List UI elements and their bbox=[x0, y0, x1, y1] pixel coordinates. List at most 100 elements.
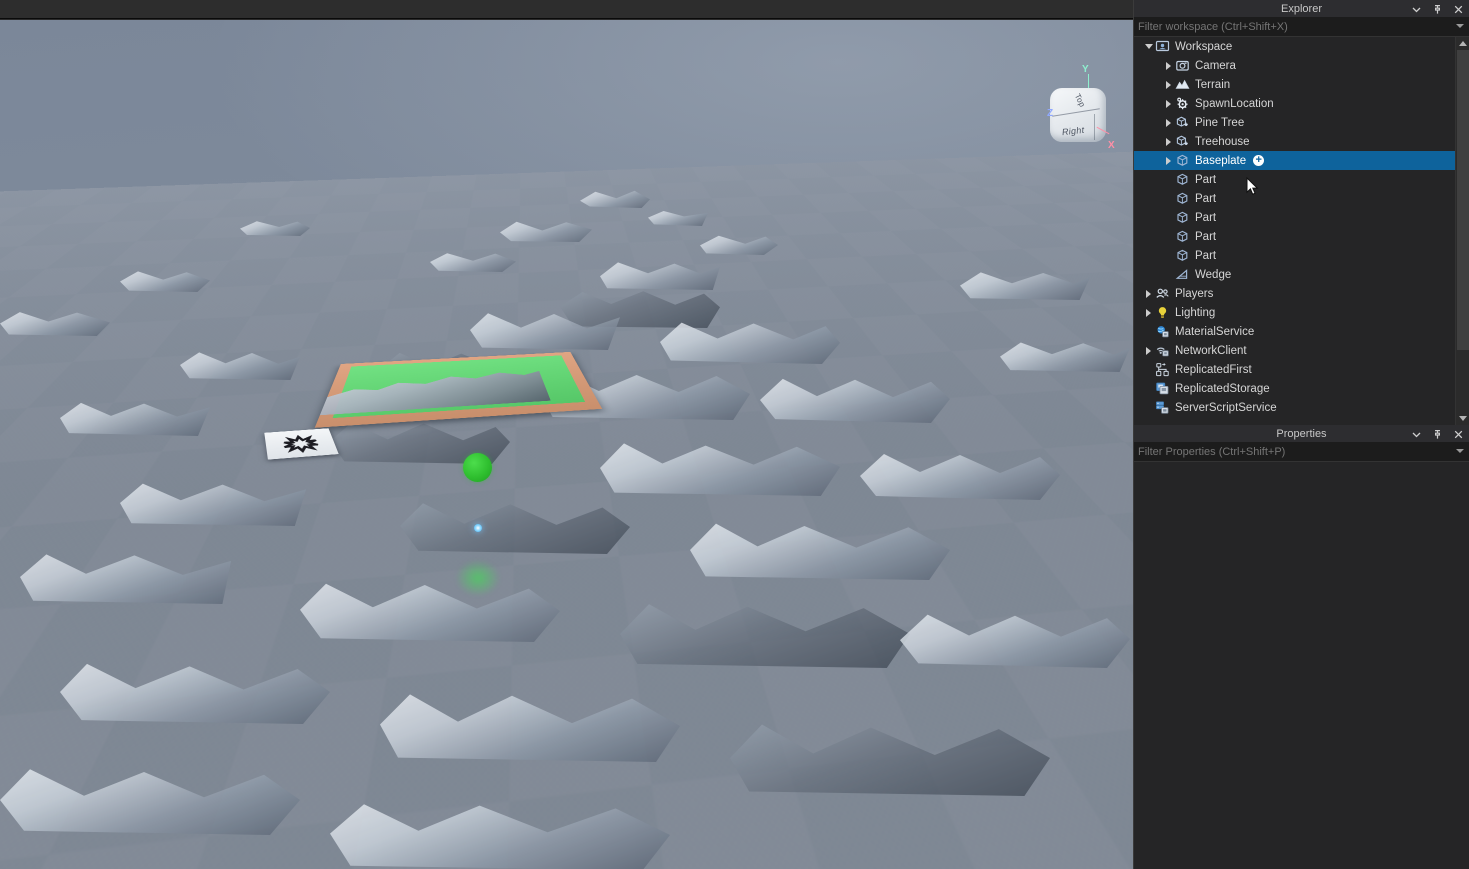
explorer-title: Explorer bbox=[1281, 2, 1322, 15]
properties-title: Properties bbox=[1276, 427, 1327, 440]
green-sphere-part[interactable] bbox=[463, 453, 492, 482]
chevron-right-icon[interactable] bbox=[1162, 132, 1175, 151]
viewport[interactable]: Y Top Right X Z bbox=[0, 0, 1133, 869]
twisty-placeholder bbox=[1142, 360, 1155, 379]
part-icon bbox=[1175, 210, 1190, 225]
explorer-item-lighting[interactable]: Lighting bbox=[1134, 303, 1455, 322]
explorer-item-part[interactable]: Part bbox=[1134, 170, 1455, 189]
explorer-item-label: Pine Tree bbox=[1195, 116, 1245, 129]
explorer-item-replicatedstorage[interactable]: ReplicatedStorage bbox=[1134, 379, 1455, 398]
chevron-right-icon[interactable] bbox=[1162, 75, 1175, 94]
explorer-panel-header: Explorer bbox=[1134, 0, 1469, 18]
explorer-item-label: Camera bbox=[1195, 59, 1236, 72]
explorer-item-networkclient[interactable]: NetworkClient bbox=[1134, 341, 1455, 360]
properties-filter-bar[interactable] bbox=[1134, 443, 1469, 462]
blue-point-light[interactable] bbox=[474, 524, 482, 532]
part-icon bbox=[1175, 229, 1190, 244]
scrollbar-thumb[interactable] bbox=[1457, 50, 1469, 350]
explorer-item-replicatedfirst[interactable]: ReplicatedFirst bbox=[1134, 360, 1455, 379]
explorer-item-label: ServerScriptService bbox=[1175, 401, 1277, 414]
chevron-right-icon[interactable] bbox=[1162, 56, 1175, 75]
players-icon bbox=[1155, 286, 1170, 301]
right-dock: Explorer WorkspaceCamer bbox=[1133, 0, 1469, 869]
explorer-item-label: Wedge bbox=[1195, 268, 1232, 281]
explorer-item-label: MaterialService bbox=[1175, 325, 1255, 338]
explorer-item-part[interactable]: Part bbox=[1134, 208, 1455, 227]
replicatedstorage-icon bbox=[1155, 381, 1170, 396]
explorer-item-label: Lighting bbox=[1175, 306, 1216, 319]
wedge-icon bbox=[1175, 267, 1190, 282]
twisty-placeholder bbox=[1162, 189, 1175, 208]
sunburst-decal-tile[interactable] bbox=[264, 428, 339, 460]
chevron-down-icon[interactable] bbox=[1410, 3, 1422, 15]
chevron-right-icon[interactable] bbox=[1142, 303, 1155, 322]
explorer-item-part[interactable]: Part bbox=[1134, 189, 1455, 208]
twisty-placeholder bbox=[1162, 265, 1175, 284]
scroll-up-arrow-icon[interactable] bbox=[1456, 37, 1469, 50]
explorer-item-serverscriptservice[interactable]: ServerScriptService bbox=[1134, 398, 1455, 417]
twisty-placeholder bbox=[1162, 170, 1175, 189]
properties-filter-dropdown-arrow[interactable] bbox=[1456, 449, 1464, 453]
explorer-item-spawnlocation[interactable]: SpawnLocation bbox=[1134, 94, 1455, 113]
explorer-item-label: Treehouse bbox=[1195, 135, 1250, 148]
add-child-plus-icon[interactable]: + bbox=[1253, 155, 1265, 166]
explorer-item-part[interactable]: Part bbox=[1134, 227, 1455, 246]
close-icon[interactable] bbox=[1452, 428, 1464, 440]
explorer-item-workspace[interactable]: Workspace bbox=[1134, 37, 1455, 56]
properties-empty-area bbox=[1134, 462, 1469, 843]
explorer-item-label: SpawnLocation bbox=[1195, 97, 1274, 110]
networkclient-icon bbox=[1155, 343, 1170, 358]
explorer-item-label: ReplicatedStorage bbox=[1175, 382, 1270, 395]
explorer-item-baseplate[interactable]: Baseplate + bbox=[1134, 151, 1455, 170]
part-icon bbox=[1175, 153, 1190, 168]
chevron-down-icon[interactable] bbox=[1410, 428, 1422, 440]
baseplate-object[interactable] bbox=[0, 20, 1133, 223]
explorer-item-camera[interactable]: Camera bbox=[1134, 56, 1455, 75]
explorer-item-terrain[interactable]: Terrain bbox=[1134, 75, 1455, 94]
chevron-right-icon[interactable] bbox=[1162, 113, 1175, 132]
explorer-filter-dropdown-arrow[interactable] bbox=[1456, 24, 1464, 28]
chevron-right-icon[interactable] bbox=[1162, 151, 1175, 170]
pin-icon[interactable] bbox=[1431, 3, 1443, 15]
pin-icon[interactable] bbox=[1431, 428, 1443, 440]
properties-filter-input[interactable] bbox=[1138, 446, 1446, 458]
camera-icon bbox=[1175, 58, 1190, 73]
explorer-filter-input[interactable] bbox=[1138, 21, 1446, 33]
explorer-item-label: NetworkClient bbox=[1175, 344, 1247, 357]
explorer-item-players[interactable]: Players bbox=[1134, 284, 1455, 303]
explorer-tree[interactable]: Workspace Camera Terrain SpawnLocation Pine … bbox=[1134, 37, 1469, 425]
explorer-item-treehouse[interactable]: Treehouse bbox=[1134, 132, 1455, 151]
chevron-right-icon[interactable] bbox=[1142, 341, 1155, 360]
serverscriptservice-icon bbox=[1155, 400, 1170, 415]
explorer-item-pine-tree[interactable]: Pine Tree bbox=[1134, 113, 1455, 132]
twisty-placeholder bbox=[1162, 227, 1175, 246]
explorer-item-materialservice[interactable]: MaterialService bbox=[1134, 322, 1455, 341]
viewport-toolbar-strip bbox=[0, 0, 1133, 19]
explorer-item-label: Part bbox=[1195, 173, 1217, 186]
part-icon bbox=[1175, 248, 1190, 263]
twisty-placeholder bbox=[1162, 208, 1175, 227]
explorer-scrollbar[interactable] bbox=[1455, 37, 1469, 425]
view-cube-edge-vertical bbox=[1094, 114, 1095, 140]
explorer-filter-bar[interactable] bbox=[1134, 18, 1469, 37]
explorer-item-part[interactable]: Part bbox=[1134, 246, 1455, 265]
axis-x-label: X bbox=[1108, 140, 1115, 151]
3d-scene[interactable]: Y Top Right X Z bbox=[0, 20, 1133, 869]
roblox-studio-window: Y Top Right X Z Explorer Filter workspac… bbox=[0, 0, 1469, 869]
chevron-right-icon[interactable] bbox=[1142, 284, 1155, 303]
twisty-placeholder bbox=[1142, 322, 1155, 341]
properties-panel-header: Properties bbox=[1134, 425, 1469, 443]
axis-y-label: Y bbox=[1082, 64, 1089, 75]
properties-content bbox=[1134, 462, 1469, 843]
scroll-down-arrow-icon[interactable] bbox=[1456, 412, 1469, 425]
explorer-item-label: Part bbox=[1195, 249, 1217, 262]
explorer-item-label: Part bbox=[1195, 230, 1217, 243]
workspace-icon bbox=[1155, 39, 1170, 54]
view-cube-gizmo[interactable]: Y Top Right X Z bbox=[1030, 64, 1120, 156]
chevron-right-icon[interactable] bbox=[1162, 94, 1175, 113]
explorer-item-label: Part bbox=[1195, 211, 1217, 224]
twisty-placeholder bbox=[1162, 246, 1175, 265]
explorer-item-wedge[interactable]: Wedge bbox=[1134, 265, 1455, 284]
chevron-down-icon[interactable] bbox=[1142, 37, 1155, 56]
close-icon[interactable] bbox=[1452, 3, 1464, 15]
